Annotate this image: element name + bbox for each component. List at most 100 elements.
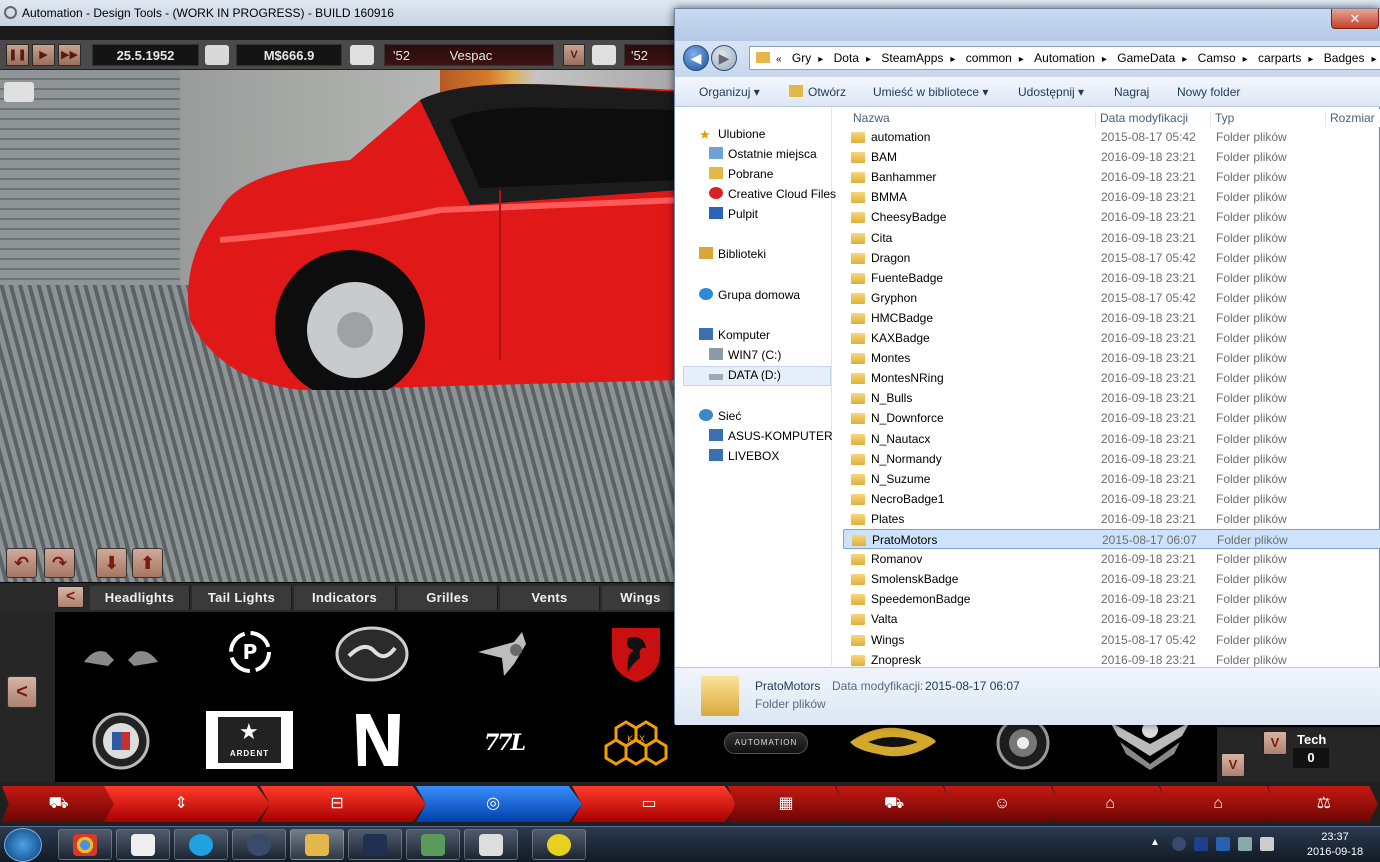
clock[interactable]: 23:37 2016-09-18 [1296, 830, 1374, 860]
load-button[interactable]: ⬇ [96, 548, 127, 578]
step-trim[interactable]: ⛟ [836, 786, 952, 822]
file-row[interactable]: N_Downforce 2016-09-18 23:21 Folder plików [843, 408, 1380, 428]
step-interior[interactable]: ▭ [572, 786, 738, 822]
undo-button[interactable]: ↶ [6, 548, 37, 578]
file-row[interactable]: BAM 2016-09-18 23:21 Folder plików [843, 147, 1380, 167]
step-factory[interactable]: ⌂ [1052, 786, 1168, 822]
address-bar[interactable]: « Gry ▸ Dota ▸ SteamApps ▸ common ▸ Automati… [749, 46, 1380, 70]
tray-app-icon[interactable] [1216, 837, 1230, 851]
taskbar-automation[interactable] [116, 829, 170, 860]
volume-icon[interactable] [1260, 837, 1274, 851]
file-row[interactable]: CheesyBadge 2016-09-18 23:21 Folder plików [843, 207, 1380, 227]
taskbar-explorer[interactable] [290, 829, 344, 860]
step-engine[interactable]: ▦ [728, 786, 844, 822]
crumb-sep[interactable]: ▸ [864, 49, 873, 69]
nav-asus-komputer[interactable]: ASUS-KOMPUTER [709, 429, 833, 443]
crumb-sep[interactable]: ▸ [948, 49, 957, 69]
tray-expand-icon[interactable]: ▲ [1150, 837, 1164, 851]
file-row[interactable]: PratoMotors 2015-08-17 06:07 Folder plików [843, 529, 1380, 549]
file-row[interactable]: SpeedemonBadge 2016-09-18 23:21 Folder pli… [843, 589, 1380, 609]
pause-button[interactable]: ❚❚ [6, 44, 29, 66]
file-row[interactable]: Valta 2016-09-18 23:21 Folder plików [843, 609, 1380, 629]
nav-creative-cloud[interactable]: Creative Cloud Files [709, 187, 836, 201]
crumb-carparts[interactable]: carparts [1253, 47, 1306, 69]
steam-tray-icon[interactable] [1172, 837, 1186, 851]
77l-badge[interactable]: 77L [484, 730, 526, 756]
close-button[interactable]: ✕ [1331, 9, 1379, 29]
nav-drive-d[interactable]: DATA (D:) [709, 368, 781, 382]
nav-favorites[interactable]: ★ Ulubione [699, 127, 765, 142]
file-row[interactable]: Banhammer 2016-09-18 23:21 Folder plików [843, 167, 1380, 187]
taskbar-app-bulb[interactable] [532, 829, 586, 860]
taskbar-app-monitor[interactable] [406, 829, 460, 860]
file-row[interactable]: Dragon 2015-08-17 05:42 Folder plików [843, 248, 1380, 268]
dragon-badge[interactable] [608, 624, 664, 684]
file-row[interactable]: N_Bulls 2016-09-18 23:21 Folder plików [843, 388, 1380, 408]
step-body[interactable]: ⇕ [104, 786, 270, 822]
badge-scroll-left-button[interactable]: < [7, 676, 37, 708]
file-row[interactable]: FuenteBadge 2016-09-18 23:21 Folder plików [843, 268, 1380, 288]
nav-libraries[interactable]: Biblioteki [699, 247, 766, 261]
winged-badge[interactable] [848, 722, 938, 762]
file-row[interactable]: N_Suzume 2016-09-18 23:21 Folder plików [843, 469, 1380, 489]
crumb-sep[interactable]: ▸ [816, 49, 825, 69]
crumb-sep[interactable]: ▸ [1306, 49, 1315, 69]
tab-grilles[interactable]: Grilles [398, 586, 498, 610]
burn-button[interactable]: Nagraj [1114, 85, 1149, 99]
taskbar-skype[interactable] [174, 829, 228, 860]
taskbar-steam[interactable] [232, 829, 286, 860]
back-button[interactable]: ◀ [683, 45, 709, 71]
kax-badge[interactable]: KAX [602, 716, 670, 766]
file-row[interactable]: N_Nautacx 2016-09-18 23:21 Folder plików [843, 429, 1380, 449]
file-row[interactable]: Wings 2015-08-17 05:42 Folder plików [843, 630, 1380, 650]
n-badge[interactable] [352, 712, 404, 768]
column-size[interactable]: Rozmiar [1325, 111, 1375, 127]
tab-wings[interactable]: Wings [602, 586, 680, 610]
ardent-badge[interactable]: ARDENT ★ [206, 711, 293, 769]
step-chassis[interactable]: ⊟ [260, 786, 426, 822]
scroll-down-button-left[interactable]: V [1221, 753, 1245, 777]
car-view-icon[interactable] [4, 82, 34, 102]
nav-network[interactable]: Sieć [699, 409, 741, 423]
file-row[interactable]: KAXBadge 2016-09-18 23:21 Folder plików [843, 328, 1380, 348]
bulls-badge[interactable] [80, 640, 162, 672]
fast-forward-button[interactable]: ▶▶ [58, 44, 81, 66]
crumb-sep[interactable]: ▸ [1369, 49, 1378, 69]
step-engineering[interactable]: ☺ [944, 786, 1060, 822]
tab-indicators[interactable]: Indicators [294, 586, 396, 610]
forward-button[interactable]: ▶ [711, 45, 737, 71]
column-name[interactable]: Nazwa [849, 111, 890, 127]
crumb-camso[interactable]: Camso [1193, 47, 1241, 69]
tab-headlights[interactable]: Headlights [90, 586, 190, 610]
crumb-badges[interactable]: Badges [1319, 47, 1370, 69]
tab-tail-lights[interactable]: Tail Lights [192, 586, 292, 610]
column-type[interactable]: Typ [1210, 111, 1234, 127]
nav-livebox[interactable]: LIVEBOX [709, 449, 779, 463]
crumb-sep[interactable]: ▸ [1017, 49, 1026, 69]
open-button[interactable]: Otwórz [789, 85, 846, 99]
automation-badge[interactable]: AUTOMATION [724, 732, 808, 754]
nav-desktop[interactable]: Pulpit [709, 207, 758, 221]
step-production[interactable]: ⌂ [1160, 786, 1276, 822]
start-button[interactable] [4, 828, 42, 862]
oval-badge[interactable] [335, 626, 409, 682]
network-tray-icon[interactable] [1238, 837, 1252, 851]
nav-homegroup[interactable]: Grupa domowa [699, 288, 800, 302]
step-car-model[interactable]: ⛟ [2, 786, 114, 822]
explorer-title-bar[interactable]: ✕ [675, 9, 1380, 41]
new-folder-button[interactable]: Nowy folder [1177, 85, 1240, 99]
address-prefix[interactable]: « [774, 49, 784, 69]
file-row[interactable]: Cita 2016-09-18 23:21 Folder plików [843, 228, 1380, 248]
prato-badge[interactable]: P [228, 630, 272, 674]
file-row[interactable]: automation 2015-08-17 05:42 Folder plików [843, 127, 1380, 147]
include-in-library-menu[interactable]: Umieść w bibliotece ▾ [873, 85, 988, 99]
nav-computer[interactable]: Komputer [699, 328, 770, 342]
3d-viewport[interactable]: ↶ ↷ ⬇ ⬆ [0, 70, 680, 582]
step-market[interactable]: ⚖ [1268, 786, 1378, 822]
crumb-sep[interactable]: ▸ [1180, 49, 1189, 69]
file-row[interactable]: BMMA 2016-09-18 23:21 Folder plików [843, 187, 1380, 207]
taskbar-chrome[interactable] [58, 829, 112, 860]
nav-drive-c[interactable]: WIN7 (C:) [709, 348, 781, 362]
scroll-down-button[interactable]: V [1263, 731, 1287, 755]
file-row[interactable]: N_Normandy 2016-09-18 23:21 Folder plików [843, 449, 1380, 469]
